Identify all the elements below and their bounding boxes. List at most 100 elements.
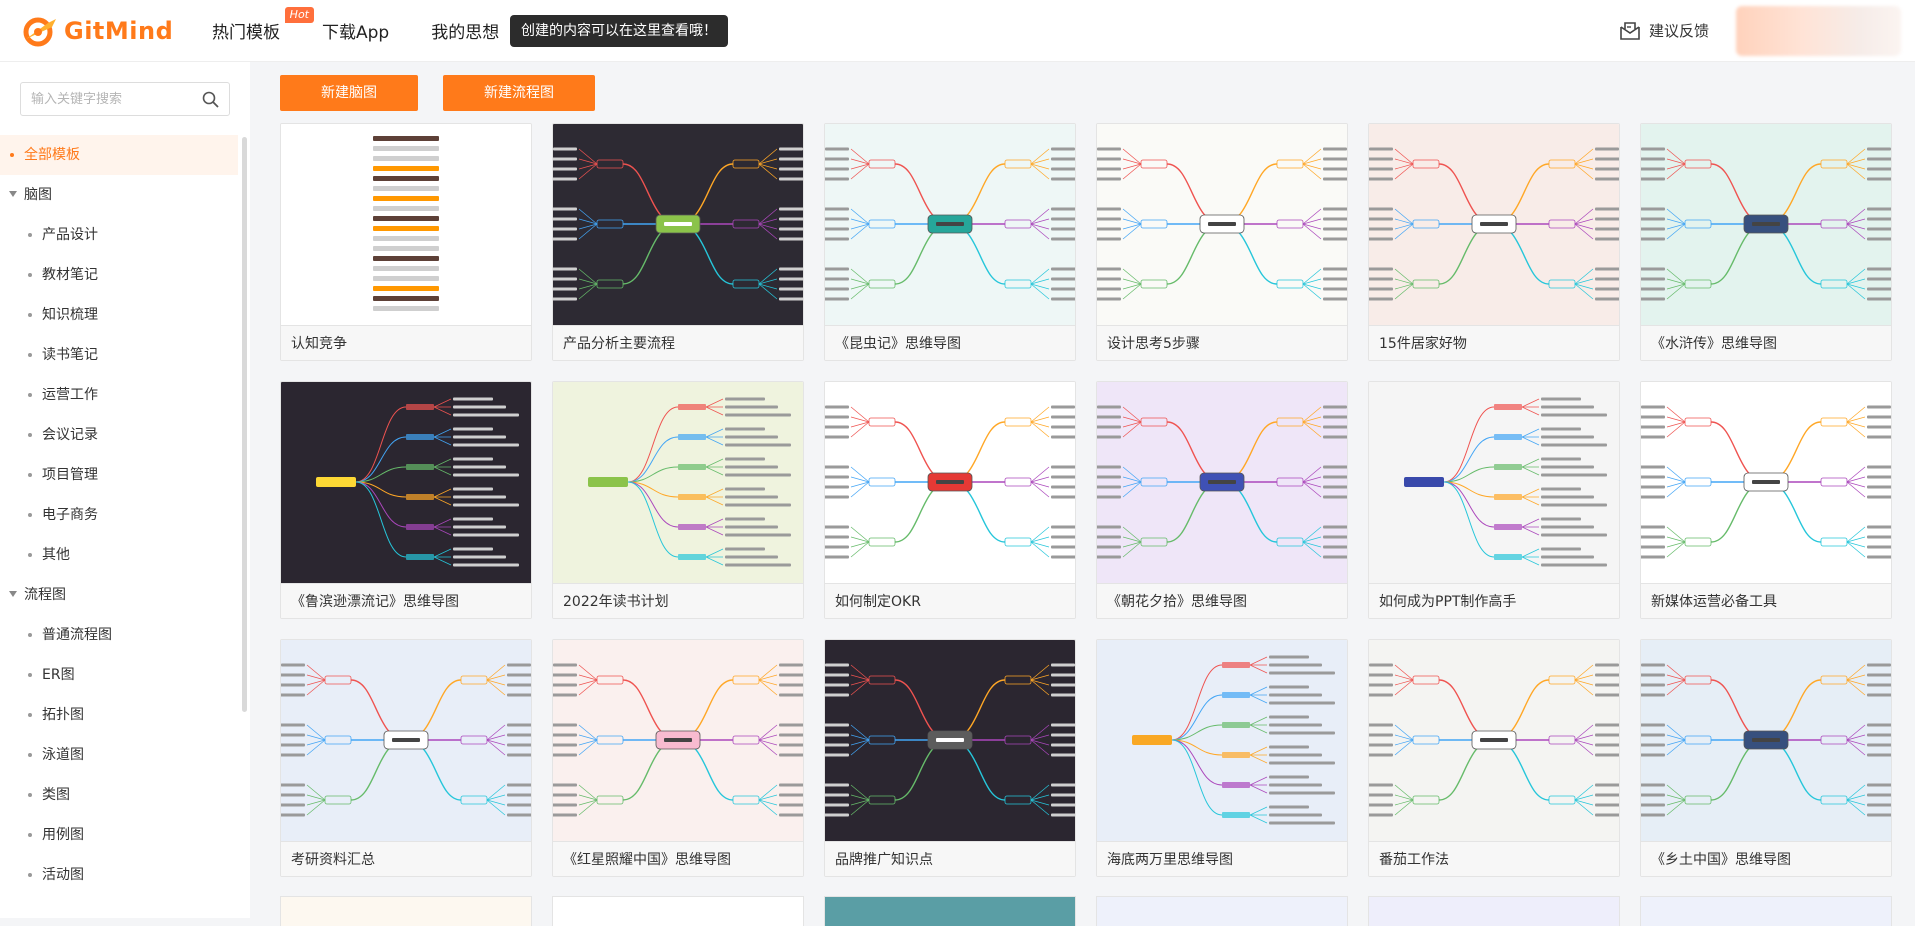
template-card[interactable]: 品牌推广知识点 [824, 639, 1076, 877]
template-title: 《乡土中国》思维导图 [1641, 841, 1891, 876]
template-thumbnail [1369, 640, 1619, 841]
caret-down-icon [9, 191, 17, 197]
template-card[interactable]: 15件居家好物 [1368, 123, 1620, 361]
template-preview-image [1369, 382, 1619, 583]
template-preview-image [281, 124, 531, 325]
template-preview-image [1641, 640, 1891, 841]
sidebar-item-2[interactable]: 产品设计 [0, 215, 238, 255]
search-input[interactable] [21, 83, 191, 115]
sidebar-item-label: ER图 [42, 667, 75, 683]
sidebar-item-label: 会议记录 [42, 427, 98, 443]
template-card-partial[interactable] [1640, 896, 1892, 926]
template-thumbnail [1369, 124, 1619, 325]
template-card-partial[interactable] [1096, 896, 1348, 926]
template-card[interactable]: 番茄工作法 [1368, 639, 1620, 877]
nav-download-app[interactable]: 下载App [322, 18, 389, 43]
template-card[interactable]: 认知竞争 [280, 123, 532, 361]
sidebar-item-label: 教材笔记 [42, 267, 98, 283]
sidebar-item-label: 其他 [42, 547, 70, 563]
template-card-partial[interactable] [552, 896, 804, 926]
sidebar-item-10[interactable]: 其他 [0, 535, 238, 575]
guide-tooltip: 创建的内容可以在这里查看哦！ [510, 15, 728, 47]
user-avatar-area[interactable] [1736, 6, 1901, 56]
sidebar-item-14[interactable]: 拓扑图 [0, 695, 238, 735]
template-thumbnail [553, 124, 803, 325]
sidebar-item-1[interactable]: 脑图 [0, 175, 238, 215]
template-card[interactable]: 《红星照耀中国》思维导图 [552, 639, 804, 877]
sidebar-item-label: 用例图 [42, 827, 84, 843]
template-preview-image [1369, 124, 1619, 325]
sidebar-item-11[interactable]: 流程图 [0, 575, 238, 615]
bullet-dot-icon [28, 753, 32, 757]
template-card[interactable]: 《水浒传》思维导图 [1640, 123, 1892, 361]
nav-hot-templates[interactable]: 热门模板 Hot [212, 7, 314, 43]
template-card[interactable]: 考研资料汇总 [280, 639, 532, 877]
search-icon[interactable] [202, 91, 219, 108]
sidebar-item-7[interactable]: 会议记录 [0, 415, 238, 455]
template-card[interactable]: 产品分析主要流程 [552, 123, 804, 361]
template-preview-image [281, 382, 531, 583]
nav-hot-templates-label: 热门模板 [212, 23, 280, 43]
sidebar-item-0[interactable]: 全部模板 [0, 135, 238, 175]
sidebar-item-label: 知识梳理 [42, 307, 98, 323]
sidebar-item-8[interactable]: 项目管理 [0, 455, 238, 495]
template-card[interactable]: 设计思考5步骤 [1096, 123, 1348, 361]
sidebar-item-18[interactable]: 活动图 [0, 855, 238, 895]
search-box [20, 82, 230, 116]
bullet-dot-icon [28, 273, 32, 277]
sidebar-item-12[interactable]: 普通流程图 [0, 615, 238, 655]
sidebar-item-6[interactable]: 运营工作 [0, 375, 238, 415]
sidebar-item-17[interactable]: 用例图 [0, 815, 238, 855]
bullet-dot-icon [28, 633, 32, 637]
template-title: 品牌推广知识点 [825, 841, 1075, 876]
sidebar-scrollbar[interactable] [242, 137, 247, 712]
bullet-dot-icon [28, 313, 32, 317]
new-flowchart-button[interactable]: 新建流程图 [443, 75, 595, 111]
template-card-partial[interactable] [1368, 896, 1620, 926]
template-card[interactable]: 《乡土中国》思维导图 [1640, 639, 1892, 877]
sidebar-item-4[interactable]: 知识梳理 [0, 295, 238, 335]
gitmind-logo-icon [20, 15, 60, 47]
template-title: 如何制定OKR [825, 583, 1075, 618]
sidebar-item-3[interactable]: 教材笔记 [0, 255, 238, 295]
hot-badge: Hot [284, 7, 314, 23]
template-thumbnail [1097, 124, 1347, 325]
template-card[interactable]: 海底两万里思维导图 [1096, 639, 1348, 877]
feedback-button[interactable]: 建议反馈 [1619, 20, 1709, 41]
sidebar-item-label: 活动图 [42, 867, 84, 883]
logo-text: GitMind [64, 16, 174, 45]
template-card[interactable]: 如何制定OKR [824, 381, 1076, 619]
template-thumbnail [1097, 640, 1347, 841]
sidebar-item-label: 类图 [42, 787, 70, 803]
template-card-partial[interactable] [824, 896, 1076, 926]
bullet-dot-icon [28, 833, 32, 837]
template-preview-image [553, 124, 803, 325]
template-preview-image [281, 640, 531, 841]
nav-my-ideas[interactable]: 我的思想 [431, 18, 499, 43]
gitmind-logo[interactable]: GitMind [20, 15, 174, 47]
template-title: 认知竞争 [281, 325, 531, 360]
sidebar-item-9[interactable]: 电子商务 [0, 495, 238, 535]
sidebar-item-13[interactable]: ER图 [0, 655, 238, 695]
sidebar-item-16[interactable]: 类图 [0, 775, 238, 815]
template-card[interactable]: 新媒体运营必备工具 [1640, 381, 1892, 619]
template-thumbnail [825, 124, 1075, 325]
template-card[interactable]: 2022年读书计划 [552, 381, 804, 619]
sidebar-item-label: 脑图 [24, 187, 52, 203]
template-card[interactable]: 《鲁滨逊漂流记》思维导图 [280, 381, 532, 619]
template-card[interactable]: 《朝花夕拾》思维导图 [1096, 381, 1348, 619]
new-mindmap-button[interactable]: 新建脑图 [280, 75, 418, 111]
template-card[interactable]: 《昆虫记》思维导图 [824, 123, 1076, 361]
template-preview-image [1097, 124, 1347, 325]
template-preview-image [825, 124, 1075, 325]
template-thumbnail [825, 640, 1075, 841]
template-card[interactable]: 如何成为PPT制作高手 [1368, 381, 1620, 619]
template-thumbnail [553, 382, 803, 583]
template-thumbnail [1641, 382, 1891, 583]
bullet-dot-icon [28, 713, 32, 717]
sidebar-item-15[interactable]: 泳道图 [0, 735, 238, 775]
template-card-partial[interactable] [280, 896, 532, 926]
template-title: 海底两万里思维导图 [1097, 841, 1347, 876]
template-preview-image [553, 640, 803, 841]
sidebar-item-5[interactable]: 读书笔记 [0, 335, 238, 375]
